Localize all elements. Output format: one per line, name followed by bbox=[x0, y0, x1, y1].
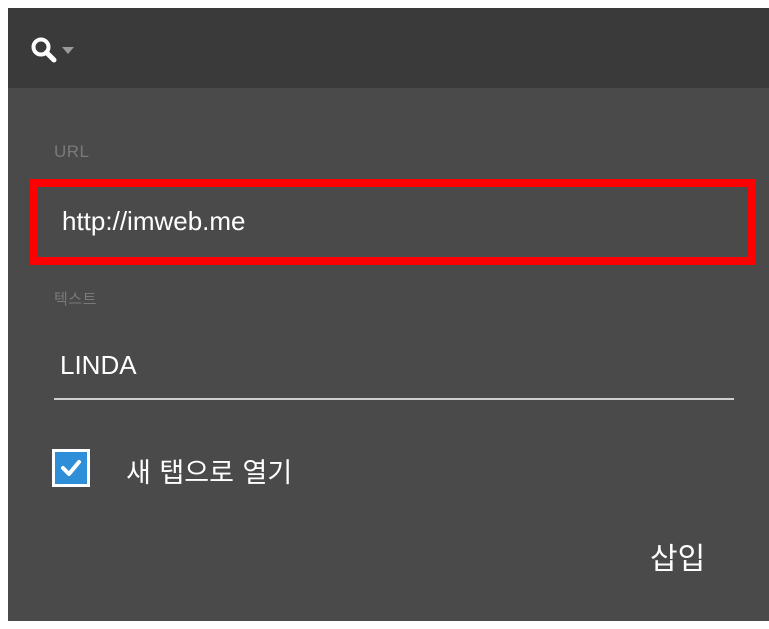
link-dialog: URL http://imweb.me 텍스트 LINDA 새 탭으로 열기 삽… bbox=[8, 8, 769, 621]
text-input-value: LINDA bbox=[60, 350, 137, 380]
url-input-value[interactable]: http://imweb.me bbox=[62, 206, 246, 237]
url-label: URL bbox=[54, 142, 90, 161]
open-new-tab-label[interactable]: 새 탭으로 열기 bbox=[126, 451, 292, 490]
search-dropdown-button[interactable] bbox=[30, 32, 110, 68]
search-icon bbox=[31, 37, 57, 63]
caret-down-icon bbox=[62, 47, 74, 54]
insert-button[interactable]: 삽입 bbox=[650, 534, 705, 578]
text-input[interactable]: LINDA bbox=[54, 338, 734, 400]
dialog-header bbox=[8, 8, 769, 88]
url-field[interactable]: http://imweb.me bbox=[30, 179, 756, 265]
text-label: 텍스트 bbox=[54, 290, 97, 308]
checkmark-icon bbox=[61, 460, 81, 476]
open-new-tab-checkbox[interactable] bbox=[52, 449, 90, 487]
